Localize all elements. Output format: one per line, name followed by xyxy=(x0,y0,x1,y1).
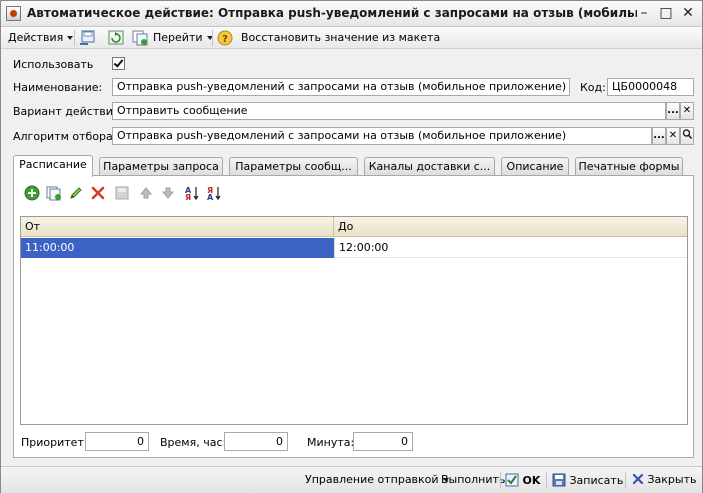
name-label: Наименование: xyxy=(13,81,103,94)
column-header-from[interactable]: От xyxy=(21,217,334,237)
minute-label: Минута: xyxy=(307,436,355,449)
actions-menu-label: Действия xyxy=(8,31,64,44)
name-field[interactable]: Отправка push-уведомлений с запросами на… xyxy=(112,78,570,96)
svg-text:А: А xyxy=(207,193,214,201)
svg-text:Я: Я xyxy=(185,193,191,201)
window-title: Автоматическое действие: Отправка push-у… xyxy=(27,6,637,20)
schedule-panel: А Я Я А От До 11:00:00 12:00:00 Приорите… xyxy=(13,175,694,458)
code-label: Код: xyxy=(580,81,606,94)
refresh-icon[interactable] xyxy=(107,30,125,46)
schedule-table[interactable]: От До 11:00:00 12:00:00 xyxy=(20,216,688,425)
move-down-icon[interactable] xyxy=(160,185,176,201)
copy-icon[interactable] xyxy=(131,30,149,46)
variant-select-button[interactable]: ... xyxy=(666,102,680,120)
use-label: Использовать xyxy=(13,58,94,71)
algorithm-open-button[interactable] xyxy=(680,127,694,145)
variant-label: Вариант действия: xyxy=(13,105,124,118)
toolbar-separator xyxy=(625,472,626,488)
save-and-close-icon[interactable] xyxy=(79,30,97,46)
close-icon xyxy=(632,473,644,485)
close-button[interactable]: Закрыть xyxy=(632,473,697,487)
sort-descending-icon[interactable]: Я А xyxy=(206,185,222,201)
restore-button[interactable]: □ xyxy=(656,4,676,22)
variant-clear-button[interactable]: ✕ xyxy=(680,102,694,120)
restore-from-template-button[interactable]: Восстановить значение из макета xyxy=(241,30,440,46)
command-bar: Управление отправкой Выполнить OK Записа… xyxy=(1,466,702,493)
tab-request-parameters[interactable]: Параметры запроса xyxy=(99,157,223,176)
tab-schedule[interactable]: Расписание xyxy=(13,155,93,177)
priority-label: Приоритет: xyxy=(21,436,88,449)
floppy-disk-icon xyxy=(552,473,566,487)
algorithm-clear-button[interactable]: ✕ xyxy=(666,127,680,145)
algorithm-field[interactable]: Отправка push-уведомлений с запросами на… xyxy=(112,127,652,145)
ok-check-icon xyxy=(505,473,519,487)
table-cell-from[interactable]: 11:00:00 xyxy=(21,238,334,258)
checkmark-icon xyxy=(113,57,124,68)
magnifier-icon xyxy=(682,129,693,140)
tab-print-forms[interactable]: Печатные формы xyxy=(575,157,683,176)
delete-icon[interactable] xyxy=(90,185,106,201)
table-cell-to[interactable]: 12:00:00 xyxy=(334,238,687,258)
toolbar-separator xyxy=(74,30,75,46)
ok-label: OK xyxy=(522,474,541,487)
dialog-window: Автоматическое действие: Отправка push-у… xyxy=(0,0,703,493)
help-icon[interactable]: ? xyxy=(217,30,235,46)
toolbar: Действия Перейти ? Восстановить значение… xyxy=(1,27,702,49)
ok-button[interactable]: OK xyxy=(505,473,540,488)
svg-text:?: ? xyxy=(222,34,228,45)
table-header: От До xyxy=(21,217,687,237)
time-hour-field[interactable]: 0 xyxy=(224,432,288,451)
tab-message-parameters[interactable]: Параметры сообщ... xyxy=(229,157,358,176)
tab-description[interactable]: Описание xyxy=(501,157,569,176)
time-hour-label: Время, час: xyxy=(160,436,227,449)
end-edit-icon[interactable] xyxy=(114,185,130,201)
copy-row-icon[interactable] xyxy=(46,185,62,201)
add-row-icon[interactable] xyxy=(24,185,40,201)
edit-pencil-icon[interactable] xyxy=(68,185,84,201)
goto-menu-label: Перейти xyxy=(153,31,203,44)
execute-button[interactable]: Выполнить xyxy=(441,473,505,487)
save-button[interactable]: Записать xyxy=(552,473,623,488)
code-field[interactable]: ЦБ0000048 xyxy=(607,78,694,96)
variant-field[interactable]: Отправить сообщение xyxy=(112,102,666,120)
chevron-down-icon xyxy=(67,36,74,40)
tab-strip: Расписание Параметры запроса Параметры с… xyxy=(13,155,693,177)
toolbar-separator xyxy=(546,472,547,488)
actions-menu[interactable]: Действия xyxy=(8,30,74,46)
priority-field[interactable]: 0 xyxy=(85,432,149,451)
minimize-button[interactable]: – xyxy=(634,4,654,22)
algorithm-label: Алгоритм отбора: xyxy=(13,130,117,143)
tab-delivery-channels[interactable]: Каналы доставки с... xyxy=(364,157,495,176)
toolbar-separator xyxy=(212,30,213,46)
move-up-icon[interactable] xyxy=(138,185,154,201)
manage-sending-label: Управление отправкой xyxy=(305,473,439,486)
toolbar-separator xyxy=(500,472,501,488)
title-bar: Автоматическое действие: Отправка push-у… xyxy=(1,1,702,27)
use-checkbox[interactable] xyxy=(112,57,125,70)
sort-ascending-icon[interactable]: А Я xyxy=(184,185,200,201)
minute-field[interactable]: 0 xyxy=(353,432,413,451)
app-icon xyxy=(6,6,21,21)
close-window-button[interactable]: ✕ xyxy=(678,4,698,22)
goto-menu[interactable]: Перейти xyxy=(153,30,213,46)
close-label: Закрыть xyxy=(647,473,697,486)
manage-sending-menu[interactable]: Управление отправкой xyxy=(305,473,449,487)
save-label: Записать xyxy=(569,474,624,487)
algorithm-select-button[interactable]: ... xyxy=(652,127,666,145)
column-header-to[interactable]: До xyxy=(334,217,687,237)
